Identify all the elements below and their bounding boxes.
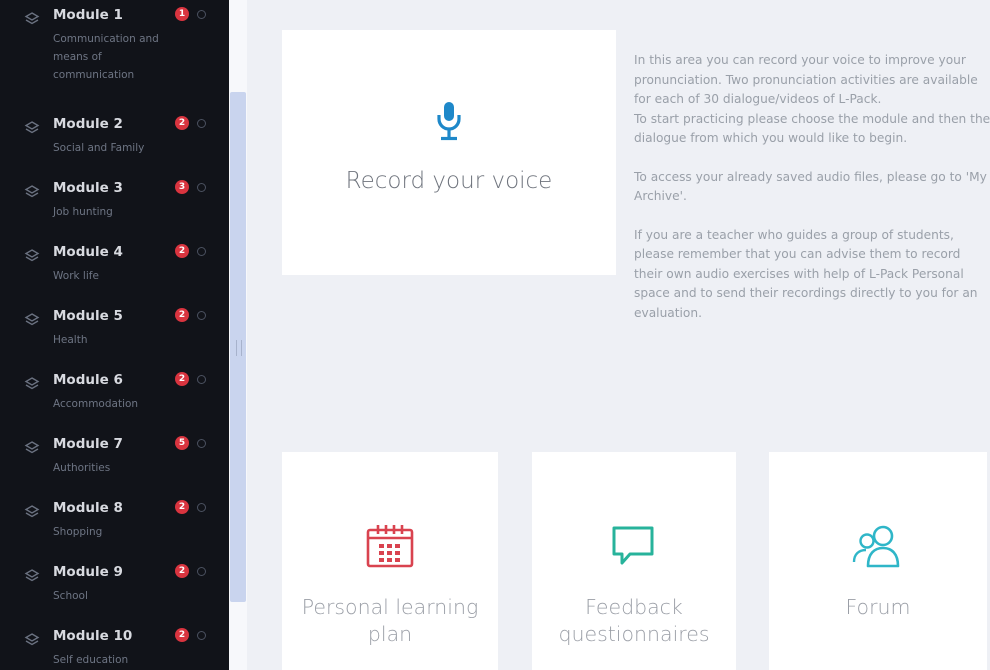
layers-icon: [24, 185, 40, 198]
record-voice-card[interactable]: Record your voice: [282, 30, 616, 275]
module-title: Module 10: [53, 628, 133, 644]
info-paragraph: If you are a teacher who guides a group …: [634, 227, 978, 320]
layers-icon: [24, 121, 40, 134]
sidebar-item-module-1[interactable]: Module 1 1 Communication and means of co…: [0, 7, 229, 81]
info-text: In this area you can record your voice t…: [634, 51, 990, 342]
notification-badge: 2: [175, 244, 189, 258]
notification-badge: 3: [175, 180, 189, 194]
sidebar-item-module-6[interactable]: Module 6 2 Accommodation: [0, 372, 229, 433]
status-circle-icon: [197, 311, 206, 320]
sidebar-item-module-7[interactable]: Module 7 5 Authorities: [0, 436, 229, 497]
layers-icon: [24, 569, 40, 582]
module-subtitle: Work life: [53, 270, 99, 282]
notification-badge: 1: [175, 7, 189, 21]
status-circle-icon: [197, 503, 206, 512]
module-title: Module 1: [53, 7, 123, 23]
sidebar-item-module-9[interactable]: Module 9 2 School: [0, 564, 229, 625]
module-subtitle: Social and Family: [53, 142, 145, 154]
card-title: Personal learning plan: [301, 595, 479, 646]
layers-icon: [24, 505, 40, 518]
speech-bubble-icon: [612, 526, 654, 565]
notification-badge: 5: [175, 436, 189, 450]
module-subtitle: Health: [53, 334, 88, 346]
layers-icon: [24, 12, 40, 25]
notification-badge: 2: [175, 628, 189, 642]
module-title: Module 8: [53, 500, 123, 516]
status-circle-icon: [197, 10, 206, 19]
info-text-line: To start practicing please choose the mo…: [634, 111, 990, 146]
sidebar-item-module-2[interactable]: Module 2 2 Social and Family: [0, 116, 229, 177]
personal-learning-plan-card[interactable]: Personal learning plan: [282, 452, 498, 670]
layers-icon: [24, 313, 40, 326]
notification-badge: 2: [175, 500, 189, 514]
module-subtitle: Shopping: [53, 526, 103, 538]
record-voice-title: Record your voice: [345, 168, 553, 194]
layers-icon: [24, 441, 40, 454]
info-paragraph: To access your already saved audio files…: [634, 169, 987, 204]
module-subtitle: Accommodation: [53, 398, 139, 410]
status-circle-icon: [197, 439, 206, 448]
module-subtitle: Job hunting: [53, 206, 113, 218]
status-circle-icon: [197, 119, 206, 128]
info-text-line: In this area you can record your voice t…: [634, 53, 978, 106]
scrollbar-grip-icon: [236, 340, 242, 356]
users-icon: [852, 525, 900, 568]
module-title: Module 5: [53, 308, 123, 324]
sidebar-item-module-4[interactable]: Module 4 2 Work life: [0, 244, 229, 305]
module-title: Module 3: [53, 180, 123, 196]
layers-icon: [24, 249, 40, 262]
notification-badge: 2: [175, 372, 189, 386]
module-title: Module 6: [53, 372, 123, 388]
layers-icon: [24, 377, 40, 390]
module-title: Module 7: [53, 436, 123, 452]
notification-badge: 2: [175, 564, 189, 578]
sidebar-item-module-8[interactable]: Module 8 2 Shopping: [0, 500, 229, 561]
module-subtitle: Self education: [53, 654, 129, 666]
microphone-icon: [437, 102, 461, 141]
status-circle-icon: [197, 631, 206, 640]
module-title: Module 2: [53, 116, 123, 132]
module-subtitle: Communication and means of communication: [53, 33, 159, 81]
status-circle-icon: [197, 375, 206, 384]
module-subtitle: School: [53, 590, 88, 602]
sidebar: Module 1 1 Communication and means of co…: [0, 0, 229, 670]
calendar-icon: [366, 525, 414, 568]
sidebar-item-module-5[interactable]: Module 5 2 Health: [0, 308, 229, 369]
forum-card[interactable]: Forum: [769, 452, 987, 670]
feedback-questionnaires-card[interactable]: Feedback questionnaires: [532, 452, 736, 670]
sidebar-item-module-3[interactable]: Module 3 3 Job hunting: [0, 180, 229, 241]
info-paragraph: In this area you can record your voice t…: [634, 51, 990, 149]
status-circle-icon: [197, 247, 206, 256]
notification-badge: 2: [175, 308, 189, 322]
layers-icon: [24, 633, 40, 646]
status-circle-icon: [197, 183, 206, 192]
status-circle-icon: [197, 567, 206, 576]
module-title: Module 4: [53, 244, 123, 260]
notification-badge: 2: [175, 116, 189, 130]
module-title: Module 9: [53, 564, 123, 580]
sidebar-item-module-10[interactable]: Module 10 2 Self education: [0, 628, 229, 670]
module-subtitle: Authorities: [53, 462, 111, 474]
card-title: Feedback questionnaires: [558, 595, 710, 646]
card-title: Forum: [845, 595, 911, 619]
